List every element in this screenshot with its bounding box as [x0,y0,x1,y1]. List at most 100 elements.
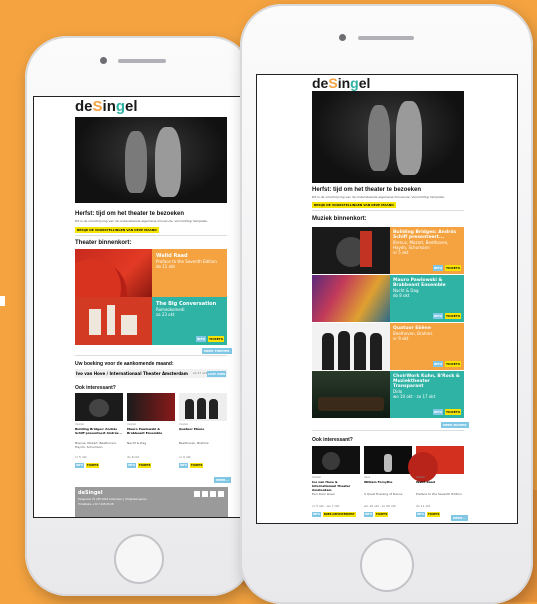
info-button[interactable]: INFO [432,409,444,415]
list-item[interactable]: theater Walid Raad Preface to the Sevent… [408,446,464,521]
event-card[interactable]: Walid Raad Preface to the Seventh Editio… [75,249,227,297]
list-item[interactable]: muziek Building Bridges: András Schiff p… [75,393,123,488]
tickets-button[interactable]: TICKETS [445,409,461,415]
event-date: za 23 okt [156,312,175,317]
list-item[interactable]: muziek Mauro Pawlowski & Brabbeant Ensem… [127,393,175,488]
info-button[interactable]: INFO [179,463,188,468]
item-desc: Brenus, Mozart, Beethoven, Haydn, Schuma… [75,441,117,449]
event-image [312,323,390,370]
more-music-button[interactable]: MEER MUZIEK [441,422,469,428]
item-date: wo 16 okt - zo 20 okt [364,504,396,508]
item-desc: Nacht & Dag [127,441,147,445]
item-tags: INFO TICKETS [75,463,100,468]
divider [75,235,227,236]
instagram-icon[interactable] [202,491,208,497]
info-button[interactable]: INFO [195,336,207,342]
cta-button[interactable]: BEKIJK DE VOORSTELLINGEN VAN DEZE MAAND [312,202,396,208]
dancer-figure [155,127,181,197]
event-date: vr 9 okt [393,336,409,341]
twitter-icon[interactable] [210,491,216,497]
event-tags: INFO TICKETS [432,313,461,319]
info-button[interactable]: INFO [127,463,136,468]
info-button[interactable]: INFO [432,361,444,367]
info-button[interactable]: INFO [312,512,321,517]
list-item[interactable]: dans William Forsythe A Quiet Evening of… [364,446,412,521]
tickets-button[interactable]: BOEK GEPOSTERHEST [322,512,356,517]
event-tags: INFO TICKETS [432,361,461,367]
item-image [127,393,175,421]
list-item[interactable]: muziek Quatuor Ebène Beethoven, Brahms v… [179,393,227,488]
footer-phone: Ticketbalie +32 3 248 28 28 [78,503,114,506]
info-button[interactable]: INFO [364,512,373,517]
item-date: vr 9 okt [179,455,191,459]
home-button[interactable] [114,534,164,584]
hero-image [75,117,227,203]
edge-mark [0,296,5,306]
item-desc: Beethoven, Brahms [179,441,209,445]
tickets-button[interactable]: TICKETS [208,336,224,342]
email-screen-right[interactable]: deSingel Herfst: tijd om het theater te … [256,74,518,524]
event-card[interactable]: Quatuor Ebène Beethoven, Brahms vr 9 okt… [312,323,464,370]
desingel-logo: deSingel [75,98,138,115]
event-card[interactable]: The Big Conversation Romeokomedi za 23 o… [75,297,227,345]
tickets-button[interactable]: TICKETS [445,361,461,367]
event-image [312,275,390,322]
booking-button[interactable]: LAAT ZIEN [206,371,226,377]
booking-date: za 27 okt [193,371,207,375]
item-desc: A Quiet Evening of Dance [364,492,403,496]
item-title: Building Bridges: András Schiff presente… [75,427,122,435]
info-button[interactable]: INFO [75,463,84,468]
item-category: muziek [75,423,85,426]
info-button[interactable]: INFO [432,313,444,319]
tickets-button[interactable]: TICKETS [189,463,204,468]
info-button[interactable]: INFO [416,512,425,517]
item-tags: INFO TICKETS [416,512,441,517]
event-date: wo 10 okt - zo 17 okt [393,394,436,399]
event-card[interactable]: ChoirWork Kuhn, B'Rock & Muziektheater T… [312,371,464,418]
more-theater-button[interactable]: MEER THEATER [202,348,232,354]
tickets-button[interactable]: TICKETS [137,463,152,468]
item-image [364,446,412,474]
item-tags: INFO TICKETS [179,463,204,468]
tickets-button[interactable]: TICKETS [445,265,461,271]
camera-icon [339,34,346,41]
event-image [312,227,390,274]
phone-right: deSingel Herfst: tijd om het theater te … [240,4,533,604]
event-card[interactable]: Building Bridges: András Schiff presente… [312,227,464,274]
item-category: theater [312,476,322,479]
booking-row: Ivo van Hove / Internationaal Theater Am… [75,369,227,378]
list-item[interactable]: theater Ivo van Hove & Internationaal Th… [312,446,360,521]
booking-title: Uw boeking voor de aankomende maand: [75,361,174,367]
booking-text: Ivo van Hove / Internationaal Theater Am… [76,371,188,376]
info-button[interactable]: INFO [432,265,444,271]
tickets-button[interactable]: TICKETS [445,313,461,319]
headline: Herfst: tijd om het theater te bezoeken [312,187,422,193]
event-tags: INFO TICKETS [195,336,224,342]
item-category: dans [364,476,371,479]
event-date: vr 5 okt [393,250,409,255]
home-button[interactable] [360,538,414,592]
item-desc: Een klein leven [312,492,335,496]
event-card[interactable]: Mauro Pawlowski & Brabbeant Ensemble Nac… [312,275,464,322]
tickets-button[interactable]: TICKETS [374,512,389,517]
more-button[interactable]: MEER... [214,477,231,483]
item-image [179,393,227,421]
facebook-icon[interactable] [194,491,200,497]
cta-button[interactable]: BEKIJK DE VOORSTELLINGEN VAN DEZE MAAND [75,227,159,233]
event-image [75,297,152,345]
event-date: do 11 okt [156,264,175,269]
interesting-title: Ook interessant? [75,385,116,391]
more-button[interactable]: MEER... [451,515,468,521]
speaker-grille [118,59,166,63]
youtube-icon[interactable] [218,491,224,497]
headline: Herfst: tijd om het theater te bezoeken [75,211,185,217]
event-subtitle: Brenus, Mozart, Beethoven, Haydn, Schuma… [393,240,449,250]
phone-left: deSingel Herfst: tijd om het theater te … [25,36,253,596]
event-date: do 8 okt [393,293,410,298]
tickets-button[interactable]: TICKETS [85,463,100,468]
email-screen-left[interactable]: deSingel Herfst: tijd om het theater te … [33,96,250,518]
intro-text: Dit is de omschrijving van de onderstaan… [312,195,445,199]
tickets-button[interactable]: TICKETS [426,512,441,517]
event-tags: INFO TICKETS [432,409,461,415]
item-date: do 11 okt [416,504,431,508]
